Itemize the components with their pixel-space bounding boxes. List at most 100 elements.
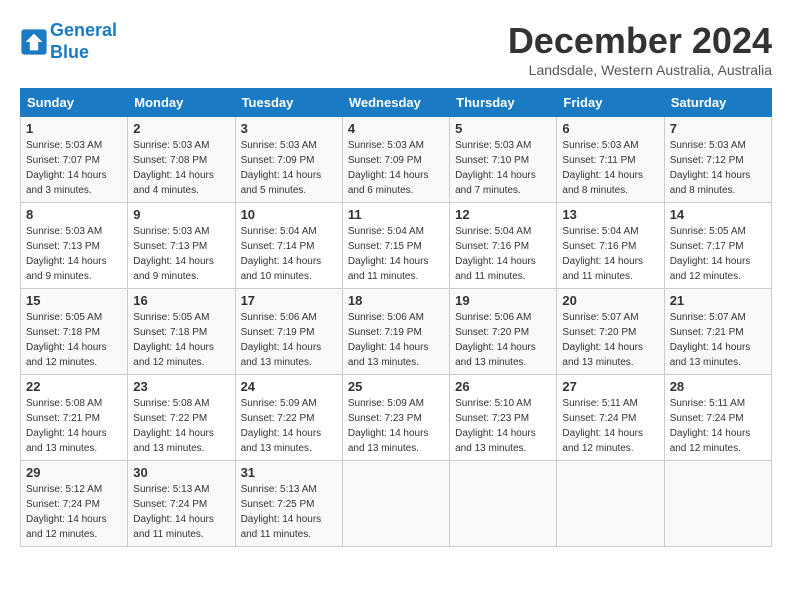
day-info: Sunrise: 5:07 AMSunset: 7:21 PMDaylight:… (670, 310, 766, 370)
day-info: Sunrise: 5:13 AMSunset: 7:24 PMDaylight:… (133, 482, 229, 542)
day-number: 22 (26, 379, 122, 394)
calendar-week-3: 15 Sunrise: 5:05 AMSunset: 7:18 PMDayligh… (21, 289, 772, 375)
logo: GeneralBlue (20, 20, 117, 63)
column-header-sunday: Sunday (21, 89, 128, 117)
day-info: Sunrise: 5:11 AMSunset: 7:24 PMDaylight:… (670, 396, 766, 456)
calendar-header-row: SundayMondayTuesdayWednesdayThursdayFrid… (21, 89, 772, 117)
calendar-cell: 18Sunrise: 5:06 AMSunset: 7:19 PMDayligh… (342, 289, 449, 375)
calendar-cell: 27Sunrise: 5:11 AMSunset: 7:24 PMDayligh… (557, 375, 664, 461)
calendar-week-4: 22 Sunrise: 5:08 AMSunset: 7:21 PMDayligh… (21, 375, 772, 461)
day-number: 3 (241, 121, 337, 136)
calendar-cell: 31Sunrise: 5:13 AMSunset: 7:25 PMDayligh… (235, 461, 342, 547)
calendar-cell: 15 Sunrise: 5:05 AMSunset: 7:18 PMDayligh… (21, 289, 128, 375)
day-number: 2 (133, 121, 229, 136)
day-info: Sunrise: 5:03 AMSunset: 7:09 PMDaylight:… (348, 138, 444, 198)
column-header-saturday: Saturday (664, 89, 771, 117)
day-number: 21 (670, 293, 766, 308)
day-number: 12 (455, 207, 551, 222)
calendar-cell: 9 Sunrise: 5:03 AMSunset: 7:13 PMDaylight… (128, 203, 235, 289)
day-info: Sunrise: 5:11 AMSunset: 7:24 PMDaylight:… (562, 396, 658, 456)
calendar-cell (450, 461, 557, 547)
day-number: 10 (241, 207, 337, 222)
day-info: Sunrise: 5:06 AMSunset: 7:19 PMDaylight:… (241, 310, 337, 370)
day-info: Sunrise: 5:03 AMSunset: 7:11 PMDaylight:… (562, 138, 658, 198)
column-header-wednesday: Wednesday (342, 89, 449, 117)
calendar-cell: 2 Sunrise: 5:03 AMSunset: 7:08 PMDaylight… (128, 117, 235, 203)
calendar-cell: 4 Sunrise: 5:03 AMSunset: 7:09 PMDaylight… (342, 117, 449, 203)
calendar-cell: 12 Sunrise: 5:04 AMSunset: 7:16 PMDayligh… (450, 203, 557, 289)
calendar-cell: 11 Sunrise: 5:04 AMSunset: 7:15 PMDayligh… (342, 203, 449, 289)
calendar-cell: 22 Sunrise: 5:08 AMSunset: 7:21 PMDayligh… (21, 375, 128, 461)
calendar-cell: 23Sunrise: 5:08 AMSunset: 7:22 PMDayligh… (128, 375, 235, 461)
day-number: 9 (133, 207, 229, 222)
day-number: 1 (26, 121, 122, 136)
day-info: Sunrise: 5:03 AMSunset: 7:13 PMDaylight:… (133, 224, 229, 284)
day-number: 26 (455, 379, 551, 394)
calendar-cell: 1 Sunrise: 5:03 AMSunset: 7:07 PMDaylight… (21, 117, 128, 203)
day-number: 6 (562, 121, 658, 136)
calendar-cell: 7Sunrise: 5:03 AMSunset: 7:12 PMDaylight… (664, 117, 771, 203)
day-info: Sunrise: 5:03 AMSunset: 7:07 PMDaylight:… (26, 138, 122, 198)
day-number: 4 (348, 121, 444, 136)
day-number: 19 (455, 293, 551, 308)
column-header-friday: Friday (557, 89, 664, 117)
day-number: 30 (133, 465, 229, 480)
calendar-cell: 16Sunrise: 5:05 AMSunset: 7:18 PMDayligh… (128, 289, 235, 375)
calendar-cell: 25Sunrise: 5:09 AMSunset: 7:23 PMDayligh… (342, 375, 449, 461)
calendar-body: 1 Sunrise: 5:03 AMSunset: 7:07 PMDaylight… (21, 117, 772, 547)
day-info: Sunrise: 5:04 AMSunset: 7:15 PMDaylight:… (348, 224, 444, 284)
day-info: Sunrise: 5:03 AMSunset: 7:10 PMDaylight:… (455, 138, 551, 198)
day-number: 11 (348, 207, 444, 222)
day-number: 17 (241, 293, 337, 308)
page-header: GeneralBlue December 2024 Landsdale, Wes… (20, 20, 772, 78)
location: Landsdale, Western Australia, Australia (508, 62, 772, 78)
day-info: Sunrise: 5:04 AMSunset: 7:14 PMDaylight:… (241, 224, 337, 284)
calendar-cell: 30 Sunrise: 5:13 AMSunset: 7:24 PMDayligh… (128, 461, 235, 547)
calendar-cell: 10 Sunrise: 5:04 AMSunset: 7:14 PMDayligh… (235, 203, 342, 289)
column-header-tuesday: Tuesday (235, 89, 342, 117)
day-number: 24 (241, 379, 337, 394)
day-info: Sunrise: 5:06 AMSunset: 7:19 PMDaylight:… (348, 310, 444, 370)
calendar-cell: 19 Sunrise: 5:06 AMSunset: 7:20 PMDayligh… (450, 289, 557, 375)
day-number: 15 (26, 293, 122, 308)
calendar-cell: 13 Sunrise: 5:04 AMSunset: 7:16 PMDayligh… (557, 203, 664, 289)
day-info: Sunrise: 5:07 AMSunset: 7:20 PMDaylight:… (562, 310, 658, 370)
calendar-week-5: 29Sunrise: 5:12 AMSunset: 7:24 PMDayligh… (21, 461, 772, 547)
logo-icon (20, 28, 48, 56)
calendar-table: SundayMondayTuesdayWednesdayThursdayFrid… (20, 88, 772, 547)
day-info: Sunrise: 5:06 AMSunset: 7:20 PMDaylight:… (455, 310, 551, 370)
logo-text: GeneralBlue (50, 20, 117, 63)
calendar-cell (664, 461, 771, 547)
title-block: December 2024 Landsdale, Western Austral… (508, 20, 772, 78)
day-info: Sunrise: 5:04 AMSunset: 7:16 PMDaylight:… (455, 224, 551, 284)
day-info: Sunrise: 5:03 AMSunset: 7:13 PMDaylight:… (26, 224, 122, 284)
column-header-thursday: Thursday (450, 89, 557, 117)
day-number: 13 (562, 207, 658, 222)
day-info: Sunrise: 5:05 AMSunset: 7:18 PMDaylight:… (26, 310, 122, 370)
calendar-week-2: 8 Sunrise: 5:03 AMSunset: 7:13 PMDaylight… (21, 203, 772, 289)
calendar-cell: 26Sunrise: 5:10 AMSunset: 7:23 PMDayligh… (450, 375, 557, 461)
calendar-cell: 28Sunrise: 5:11 AMSunset: 7:24 PMDayligh… (664, 375, 771, 461)
day-info: Sunrise: 5:03 AMSunset: 7:09 PMDaylight:… (241, 138, 337, 198)
day-info: Sunrise: 5:03 AMSunset: 7:08 PMDaylight:… (133, 138, 229, 198)
day-info: Sunrise: 5:08 AMSunset: 7:21 PMDaylight:… (26, 396, 122, 456)
day-number: 14 (670, 207, 766, 222)
calendar-cell: 8 Sunrise: 5:03 AMSunset: 7:13 PMDaylight… (21, 203, 128, 289)
calendar-cell (342, 461, 449, 547)
month-title: December 2024 (508, 20, 772, 62)
calendar-cell: 6 Sunrise: 5:03 AMSunset: 7:11 PMDaylight… (557, 117, 664, 203)
day-number: 20 (562, 293, 658, 308)
calendar-cell: 14 Sunrise: 5:05 AMSunset: 7:17 PMDayligh… (664, 203, 771, 289)
day-info: Sunrise: 5:05 AMSunset: 7:17 PMDaylight:… (670, 224, 766, 284)
day-number: 16 (133, 293, 229, 308)
day-number: 7 (670, 121, 766, 136)
day-info: Sunrise: 5:12 AMSunset: 7:24 PMDaylight:… (26, 482, 122, 542)
day-info: Sunrise: 5:04 AMSunset: 7:16 PMDaylight:… (562, 224, 658, 284)
calendar-cell: 24Sunrise: 5:09 AMSunset: 7:22 PMDayligh… (235, 375, 342, 461)
day-info: Sunrise: 5:09 AMSunset: 7:23 PMDaylight:… (348, 396, 444, 456)
day-info: Sunrise: 5:13 AMSunset: 7:25 PMDaylight:… (241, 482, 337, 542)
column-header-monday: Monday (128, 89, 235, 117)
calendar-cell: 21 Sunrise: 5:07 AMSunset: 7:21 PMDayligh… (664, 289, 771, 375)
calendar-cell: 3 Sunrise: 5:03 AMSunset: 7:09 PMDaylight… (235, 117, 342, 203)
day-number: 8 (26, 207, 122, 222)
